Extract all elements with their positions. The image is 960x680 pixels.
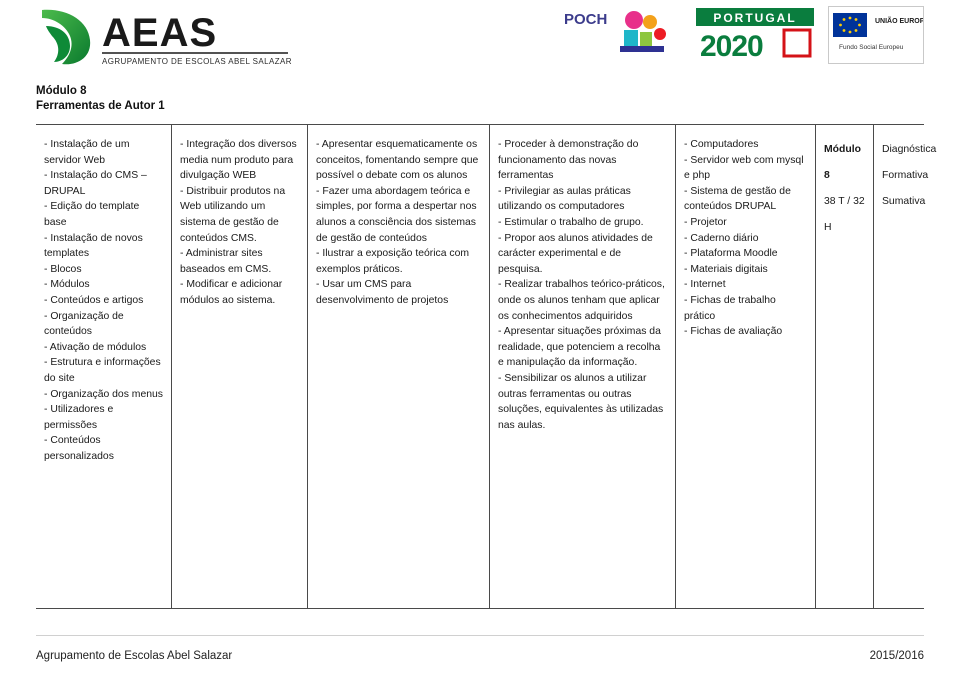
cell-line: - Fichas de trabalho prático	[684, 294, 776, 322]
cell-line: - Conteúdos e artigos	[44, 294, 144, 306]
cell-line: - Administrar sites baseados em CMS.	[180, 248, 272, 275]
document-page: AEAS AGRUPAMENTO DE ESCOLAS ABEL SALAZAR…	[0, 0, 960, 680]
cell-line: - Edição do template base	[44, 201, 140, 228]
cell-line: - Usar um CMS para desenvolvimento de pr…	[316, 279, 449, 306]
column-recursos: - Computadores - Servidor web com mysql …	[676, 125, 816, 608]
column-carga-horaria: Módulo 8 38 T / 32 H	[816, 125, 874, 608]
cell-line: - Estimular o trabalho de grupo.	[498, 216, 644, 228]
portugal2020-logo: PORTUGAL 2020	[696, 6, 814, 66]
svg-text:2020: 2020	[700, 30, 763, 63]
cell-line: - Plataforma Moodle	[684, 248, 778, 260]
cell-line: - Estrutura e informações do site	[44, 357, 161, 384]
cell-line: - Apresentar esquematicamente os conceit…	[316, 139, 479, 182]
cell-line: - Ativação de módulos	[44, 341, 147, 353]
svg-text:PORTUGAL: PORTUGAL	[713, 11, 796, 25]
cell-line: 38 T / 32 H	[824, 196, 865, 233]
svg-text:POCH: POCH	[564, 11, 607, 28]
svg-text:AGRUPAMENTO DE ESCOLAS ABEL SA: AGRUPAMENTO DE ESCOLAS ABEL SALAZAR	[102, 57, 292, 66]
svg-text:AEAS: AEAS	[102, 11, 217, 55]
cell-line: - Privilegiar as aulas práticas utilizan…	[498, 185, 631, 213]
module-table: - Instalação de um servidor Web - Instal…	[36, 124, 937, 609]
column-avaliacao: Diagnóstica Formativa Sumativa	[874, 125, 937, 608]
cell-line: - Distribuir produtos na Web utilizando …	[180, 185, 286, 244]
cell-line: - Computadores	[684, 139, 759, 150]
column-estrategias: - Apresentar esquematicamente os conceit…	[308, 125, 490, 608]
column-atividades: - Proceder à demonstração do funcionamen…	[490, 125, 676, 608]
module-subtitle: Ferramentas de Autor 1	[36, 100, 165, 112]
footer-school-year: 2015/2016	[869, 650, 924, 662]
eu-logo: UNIÃO EUROPEIA Fundo Social Europeu	[828, 6, 936, 64]
cell-line: - Organização dos menus	[44, 388, 163, 400]
cell-line: - Sensibilizar os alunos a utilizar outr…	[498, 372, 664, 431]
cell-line: - Realizar trabalhos teórico-práticos, o…	[498, 279, 665, 322]
cell-line: - Utilizadores e permissões	[44, 404, 114, 431]
funding-logos: POCH PORTUGAL 2020 UNIÃO EUROP Fundo Soc…	[564, 6, 936, 66]
cell-line: - Organização de conteúdos	[44, 310, 124, 338]
cell-line: - Instalação de novos templates	[44, 232, 143, 260]
cell-line: - Proceder à demonstração do funcionamen…	[498, 139, 639, 182]
cell-line: Módulo 8	[824, 144, 861, 181]
cell-line: - Módulos	[44, 279, 90, 291]
cell-line: - Conteúdos personalizados	[44, 435, 114, 462]
document-footer: Agrupamento de Escolas Abel Salazar 2015…	[36, 650, 924, 662]
cell-line: - Propor aos alunos atividades de caráct…	[498, 232, 653, 275]
cell-line: - Ilustrar a exposição teórica com exemp…	[316, 248, 470, 275]
footer-school-name: Agrupamento de Escolas Abel Salazar	[36, 650, 233, 662]
aeas-logo: AEAS AGRUPAMENTO DE ESCOLAS ABEL SALAZAR	[36, 6, 296, 72]
cell-line: Sumativa	[882, 196, 926, 207]
column-conteudos: - Instalação de um servidor Web - Instal…	[36, 125, 172, 608]
cell-line: - Fichas de avaliação	[684, 326, 783, 338]
cell-line: - Instalação de um servidor Web	[44, 139, 130, 166]
cell-line: Diagnóstica	[882, 144, 937, 155]
cell-line: - Projetor	[684, 216, 727, 228]
cell-line: - Fazer uma abordagem teórica e simples,…	[316, 185, 477, 244]
svg-text:UNIÃO EUROPEIA: UNIÃO EUROPEIA	[875, 16, 923, 25]
cell-line: - Caderno diário	[684, 232, 759, 244]
cell-line: - Instalação do CMS – DRUPAL	[44, 170, 147, 197]
cell-line: - Servidor web com mysql e php	[684, 154, 804, 182]
cell-line: - Materiais digitais	[684, 263, 768, 275]
cell-line: - Apresentar situações próximas da reali…	[498, 326, 661, 369]
cell-line: - Internet	[684, 279, 726, 291]
cell-line: - Integração dos diversos media num prod…	[180, 139, 297, 182]
cell-line: - Sistema de gestão de conteúdos DRUPAL	[684, 185, 791, 213]
cell-line: Formativa	[882, 170, 929, 181]
footer-divider	[36, 635, 924, 636]
cell-line: - Modificar e adicionar módulos ao siste…	[180, 279, 283, 306]
document-header: AEAS AGRUPAMENTO DE ESCOLAS ABEL SALAZAR…	[36, 0, 936, 78]
cell-line: - Blocos	[44, 263, 82, 275]
column-objetivos: - Integração dos diversos media num prod…	[172, 125, 308, 608]
module-heading: Módulo 8 Ferramentas de Autor 1	[36, 84, 924, 114]
poch-logo: POCH	[564, 6, 682, 62]
module-title: Módulo 8	[36, 85, 87, 97]
svg-text:Fundo Social Europeu: Fundo Social Europeu	[839, 44, 904, 51]
